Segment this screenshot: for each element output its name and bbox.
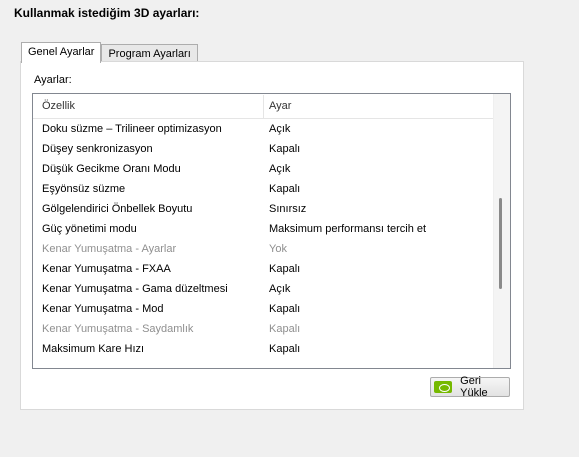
column-header-value[interactable]: Ayar [269, 94, 291, 119]
feature-value[interactable]: Açık [269, 159, 290, 179]
list-item[interactable]: Maksimum Kare Hızı Kapalı [33, 339, 494, 359]
list-item[interactable]: Gölgelendirici Önbellek Boyutu Sınırsız [33, 199, 494, 219]
feature-value[interactable]: Kapalı [269, 139, 300, 159]
nvidia-logo-icon [434, 381, 453, 393]
tab-strip: Genel Ayarlar Program Ayarları [21, 42, 198, 63]
feature-name: Gölgelendirici Önbellek Boyutu [42, 203, 193, 215]
feature-name: Eşyönsüz süzme [42, 183, 126, 195]
settings-panel: Ayarlar: Özellik Ayar Doku süzme – Trili… [20, 61, 524, 410]
list-item[interactable]: Kenar Yumuşatma - Ayarlar Yok [33, 239, 494, 259]
feature-value[interactable]: Açık [269, 279, 290, 299]
list-item[interactable]: Kenar Yumuşatma - FXAA Kapalı [33, 259, 494, 279]
feature-name: Kenar Yumuşatma - Saydamlık [42, 323, 194, 335]
list-item[interactable]: Düşük Gecikme Oranı Modu Açık [33, 159, 494, 179]
list-item[interactable]: Güç yönetimi modu Maksimum performansı t… [33, 219, 494, 239]
vertical-scrollbar[interactable] [493, 94, 510, 368]
list-item[interactable]: Kenar Yumuşatma - Saydamlık Kapalı [33, 319, 494, 339]
feature-value[interactable]: Yok [269, 239, 287, 259]
scrollbar-thumb[interactable] [499, 198, 502, 289]
page-heading: Kullanmak istediğim 3D ayarları: [14, 6, 200, 20]
restore-defaults-button[interactable]: Geri Yükle [430, 375, 510, 399]
list-item[interactable]: Kenar Yumuşatma - Gama düzeltmesi Açık [33, 279, 494, 299]
feature-value[interactable]: Kapalı [269, 319, 300, 339]
list-rows: Doku süzme – Trilineer optimizasyon Açık… [33, 119, 494, 368]
feature-name: Düşey senkronizasyon [42, 143, 153, 155]
settings-label: Ayarlar: [34, 74, 72, 86]
feature-name: Kenar Yumuşatma - FXAA [42, 263, 171, 275]
list-item[interactable]: Doku süzme – Trilineer optimizasyon Açık [33, 119, 494, 139]
feature-value[interactable]: Kapalı [269, 299, 300, 319]
list-item[interactable]: Kenar Yumuşatma - Mod Kapalı [33, 299, 494, 319]
feature-name: Güç yönetimi modu [42, 223, 137, 235]
feature-name: Doku süzme – Trilineer optimizasyon [42, 123, 222, 135]
list-item[interactable]: Eşyönsüz süzme Kapalı [33, 179, 494, 199]
feature-name: Kenar Yumuşatma - Ayarlar [42, 243, 177, 255]
feature-name: Kenar Yumuşatma - Mod [42, 303, 164, 315]
feature-value[interactable]: Kapalı [269, 179, 300, 199]
feature-value[interactable]: Kapalı [269, 339, 300, 359]
list-item[interactable]: Düşey senkronizasyon Kapalı [33, 139, 494, 159]
restore-defaults-label: Geri Yükle [460, 375, 488, 399]
tab-general-settings[interactable]: Genel Ayarlar [21, 42, 102, 63]
list-header: Özellik Ayar [33, 94, 494, 119]
feature-value[interactable]: Maksimum performansı tercih et [269, 219, 426, 239]
column-divider[interactable] [263, 95, 264, 118]
feature-value[interactable]: Kapalı [269, 259, 300, 279]
column-header-feature[interactable]: Özellik [42, 94, 75, 119]
feature-name: Kenar Yumuşatma - Gama düzeltmesi [42, 283, 228, 295]
feature-value[interactable]: Açık [269, 119, 290, 139]
feature-value[interactable]: Sınırsız [269, 199, 306, 219]
feature-name: Maksimum Kare Hızı [42, 343, 145, 355]
settings-list[interactable]: Özellik Ayar Doku süzme – Trilineer opti… [32, 93, 511, 369]
feature-name: Düşük Gecikme Oranı Modu [42, 163, 181, 175]
